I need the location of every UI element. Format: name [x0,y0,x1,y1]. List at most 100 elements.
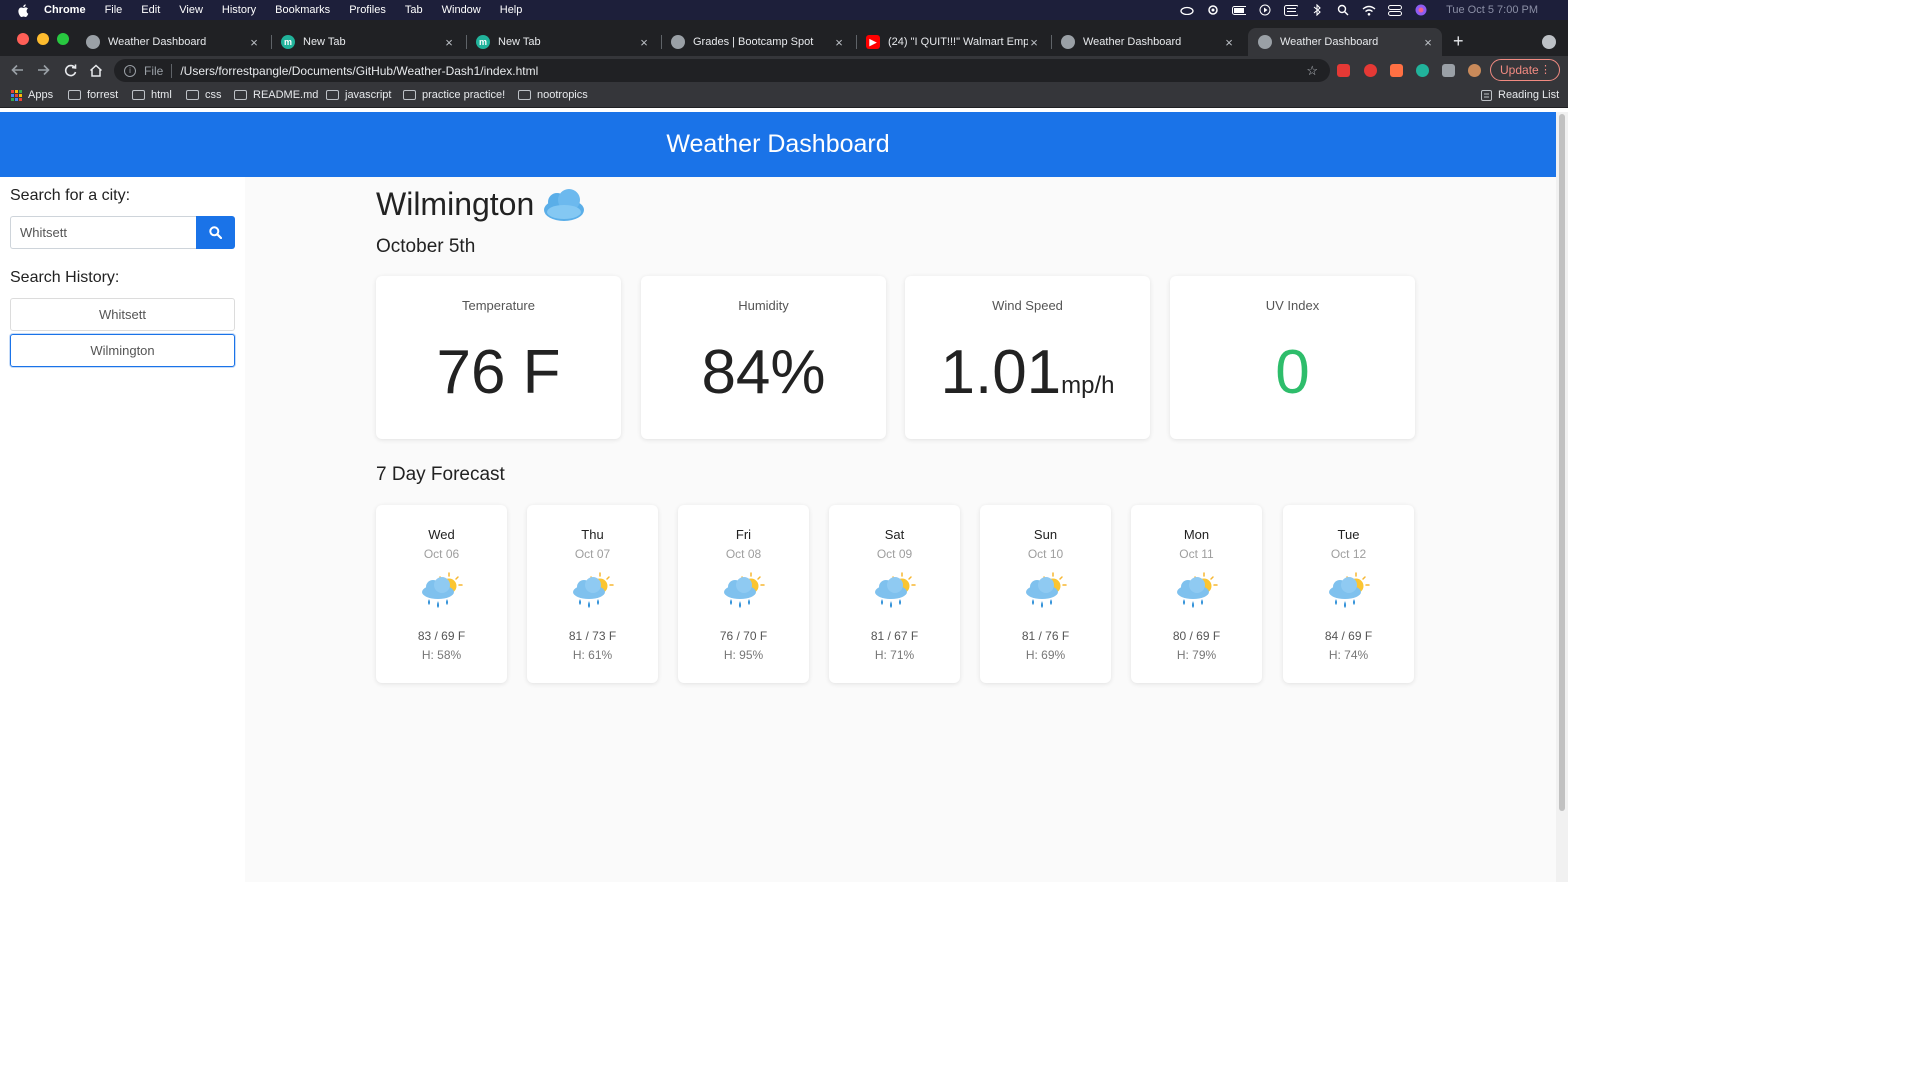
page-scrollbar[interactable] [1556,112,1568,882]
minimize-window-button[interactable] [37,33,49,45]
rain-sun-icon [723,572,765,609]
more-vert-icon[interactable]: ⋮ [1540,63,1551,76]
address-bar[interactable]: i File /Users/forrestpangle/Documents/Gi… [114,59,1330,82]
rain-sun-icon [421,572,463,609]
reading-list-icon [1481,89,1492,101]
tab-strip: Weather Dashboard × m New Tab × m New Ta… [0,20,1568,56]
bookmark-folder-readme[interactable]: README.md [234,89,318,101]
reload-icon[interactable] [62,62,78,78]
tab-title: New Tab [498,36,541,48]
cloud-icon [544,188,585,221]
bookmark-star-icon[interactable]: ☆ [1306,63,1318,79]
menu-help[interactable]: Help [500,4,523,16]
zoom-window-button[interactable] [57,33,69,45]
forecast-temp: 83 / 69 F [417,629,466,643]
folder-icon [234,90,247,100]
update-button[interactable]: Update ⋮ [1490,59,1560,81]
forecast-date: Oct 06 [423,547,460,561]
menu-app-name[interactable]: Chrome [44,4,86,16]
bookmark-folder-nootropics[interactable]: nootropics [518,89,588,101]
history-item-wilmington[interactable]: Wilmington [10,334,235,367]
menu-profiles[interactable]: Profiles [349,4,386,16]
menu-edit[interactable]: Edit [141,4,160,16]
bookmark-label: html [151,89,172,101]
siri-icon[interactable] [1414,4,1428,16]
apple-icon[interactable] [16,3,30,17]
menu-history[interactable]: History [222,4,256,16]
close-tab-icon[interactable]: × [1422,35,1434,50]
site-info-icon[interactable]: i [124,64,136,77]
back-arrow-icon[interactable] [9,62,25,78]
stat-label: Temperature [462,298,535,313]
city-search-input[interactable] [10,216,197,249]
gear-status-icon[interactable] [1206,4,1220,16]
uv-index-value: 0 [1275,338,1310,407]
battery-icon[interactable] [1232,4,1247,16]
history-item-whitsett[interactable]: Whitsett [10,298,235,331]
close-tab-icon[interactable]: × [833,35,845,50]
bookmark-folder-html[interactable]: html [132,89,172,101]
tab-weather-dashboard-1[interactable]: Weather Dashboard × [78,28,272,56]
app-title: Weather Dashboard [666,130,890,158]
tab-new-tab-1[interactable]: m New Tab × [273,28,467,56]
reading-list[interactable]: Reading List [1481,89,1559,101]
menubar-clock[interactable]: Tue Oct 5 7:00 PM [1446,4,1538,16]
menu-tab[interactable]: Tab [405,4,423,16]
stat-label: Humidity [738,298,789,313]
tab-new-tab-2[interactable]: m New Tab × [468,28,662,56]
close-tab-icon[interactable]: × [1028,35,1040,50]
cloud-sync-icon[interactable] [1180,4,1194,16]
bluetooth-icon[interactable] [1310,4,1324,16]
close-tab-icon[interactable]: × [248,35,260,50]
extension-m-icon[interactable] [1416,64,1429,77]
tab-weather-dashboard-active[interactable]: Weather Dashboard × [1248,28,1442,56]
tab-grades-bootcamp[interactable]: Grades | Bootcamp Spot × [663,28,857,56]
search-button[interactable] [196,216,235,249]
tab-search-icon[interactable] [1542,35,1556,49]
menu-bookmarks[interactable]: Bookmarks [275,4,330,16]
bookmark-apps[interactable]: Apps [11,89,53,101]
rain-sun-icon [1176,572,1218,609]
extension-red-icon[interactable] [1337,64,1350,77]
bookmark-folder-css[interactable]: css [186,89,222,101]
close-tab-icon[interactable]: × [443,35,455,50]
extension-badge-icon[interactable] [1364,64,1377,77]
tab-weather-dashboard-2[interactable]: Weather Dashboard × [1053,28,1241,56]
menu-window[interactable]: Window [442,4,481,16]
folder-icon [403,90,416,100]
folder-icon [186,90,199,100]
control-center-icon[interactable] [1388,4,1403,16]
forward-arrow-icon[interactable] [35,62,51,78]
bookmark-folder-practice[interactable]: practice practice! [403,89,505,101]
profile-avatar[interactable] [1468,64,1481,77]
wifi-icon[interactable] [1362,4,1376,16]
tab-youtube-video[interactable]: ▶ (24) "I QUIT!!!" Walmart Emplo × [858,28,1052,56]
close-tab-icon[interactable]: × [638,35,650,50]
new-tab-plus-icon[interactable]: + [1453,32,1464,50]
tab-title: (24) "I QUIT!!!" Walmart Emplo [888,36,1028,48]
bookmark-label: css [205,89,222,101]
folder-icon [326,90,339,100]
spotlight-search-icon[interactable] [1336,4,1350,16]
bookmark-folder-forrest[interactable]: forrest [68,89,118,101]
forecast-date: Oct 10 [1027,547,1064,561]
close-tab-icon[interactable]: × [1223,35,1235,50]
menu-view[interactable]: View [179,4,203,16]
bookmark-folder-javascript[interactable]: javascript [326,89,391,101]
keyboard-icon[interactable] [1284,4,1299,16]
extensions-puzzle-icon[interactable] [1442,64,1455,77]
extension-orange-icon[interactable] [1390,64,1403,77]
play-circle-icon[interactable] [1258,4,1272,16]
url-text[interactable]: /Users/forrestpangle/Documents/GitHub/We… [180,64,538,78]
forecast-card: Sun Oct 10 81 / 76 F H: 69% [980,505,1111,683]
home-icon[interactable] [88,62,104,78]
rain-sun-icon [1328,572,1370,609]
folder-icon [132,90,145,100]
menu-file[interactable]: File [105,4,123,16]
forecast-card: Tue Oct 12 84 / 69 F H: 74% [1283,505,1414,683]
m-badge-icon: m [476,35,490,49]
tab-title: Grades | Bootcamp Spot [693,36,814,48]
scrollbar-thumb[interactable] [1559,114,1565,811]
bookmark-label: forrest [87,89,119,101]
close-window-button[interactable] [17,33,29,45]
